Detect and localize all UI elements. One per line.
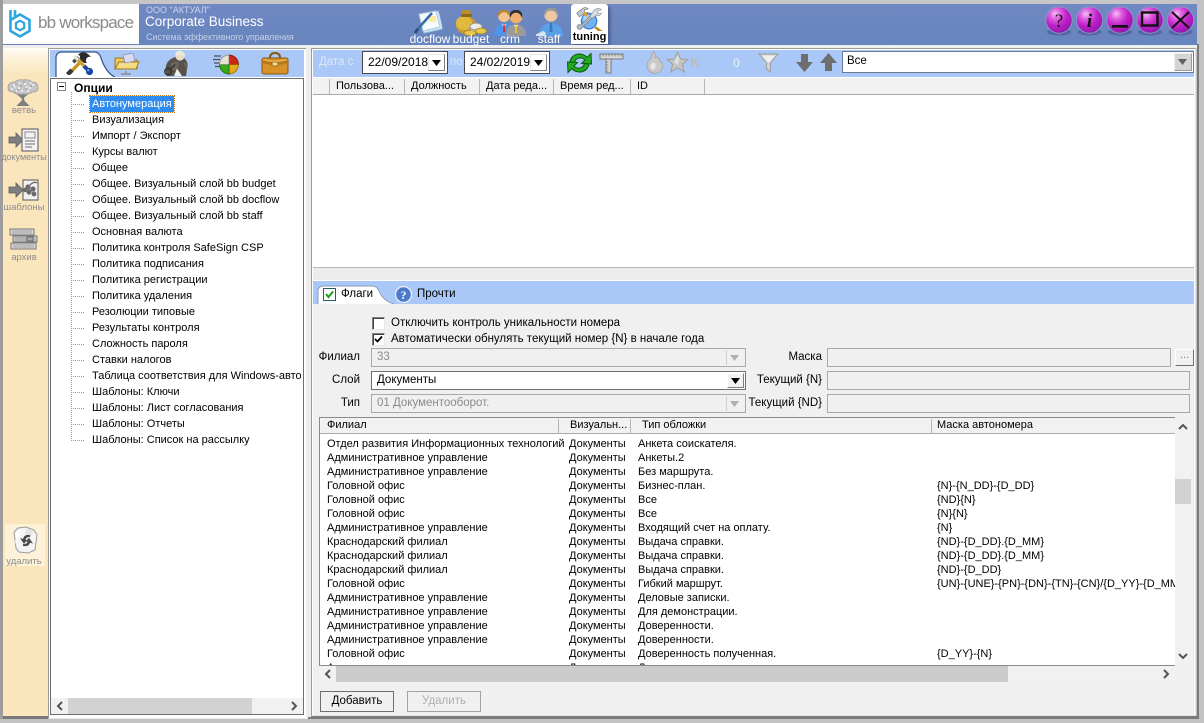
- svg-text:?: ?: [1055, 11, 1063, 32]
- svg-text:?: ?: [401, 288, 407, 302]
- svg-text:i: i: [1087, 11, 1093, 32]
